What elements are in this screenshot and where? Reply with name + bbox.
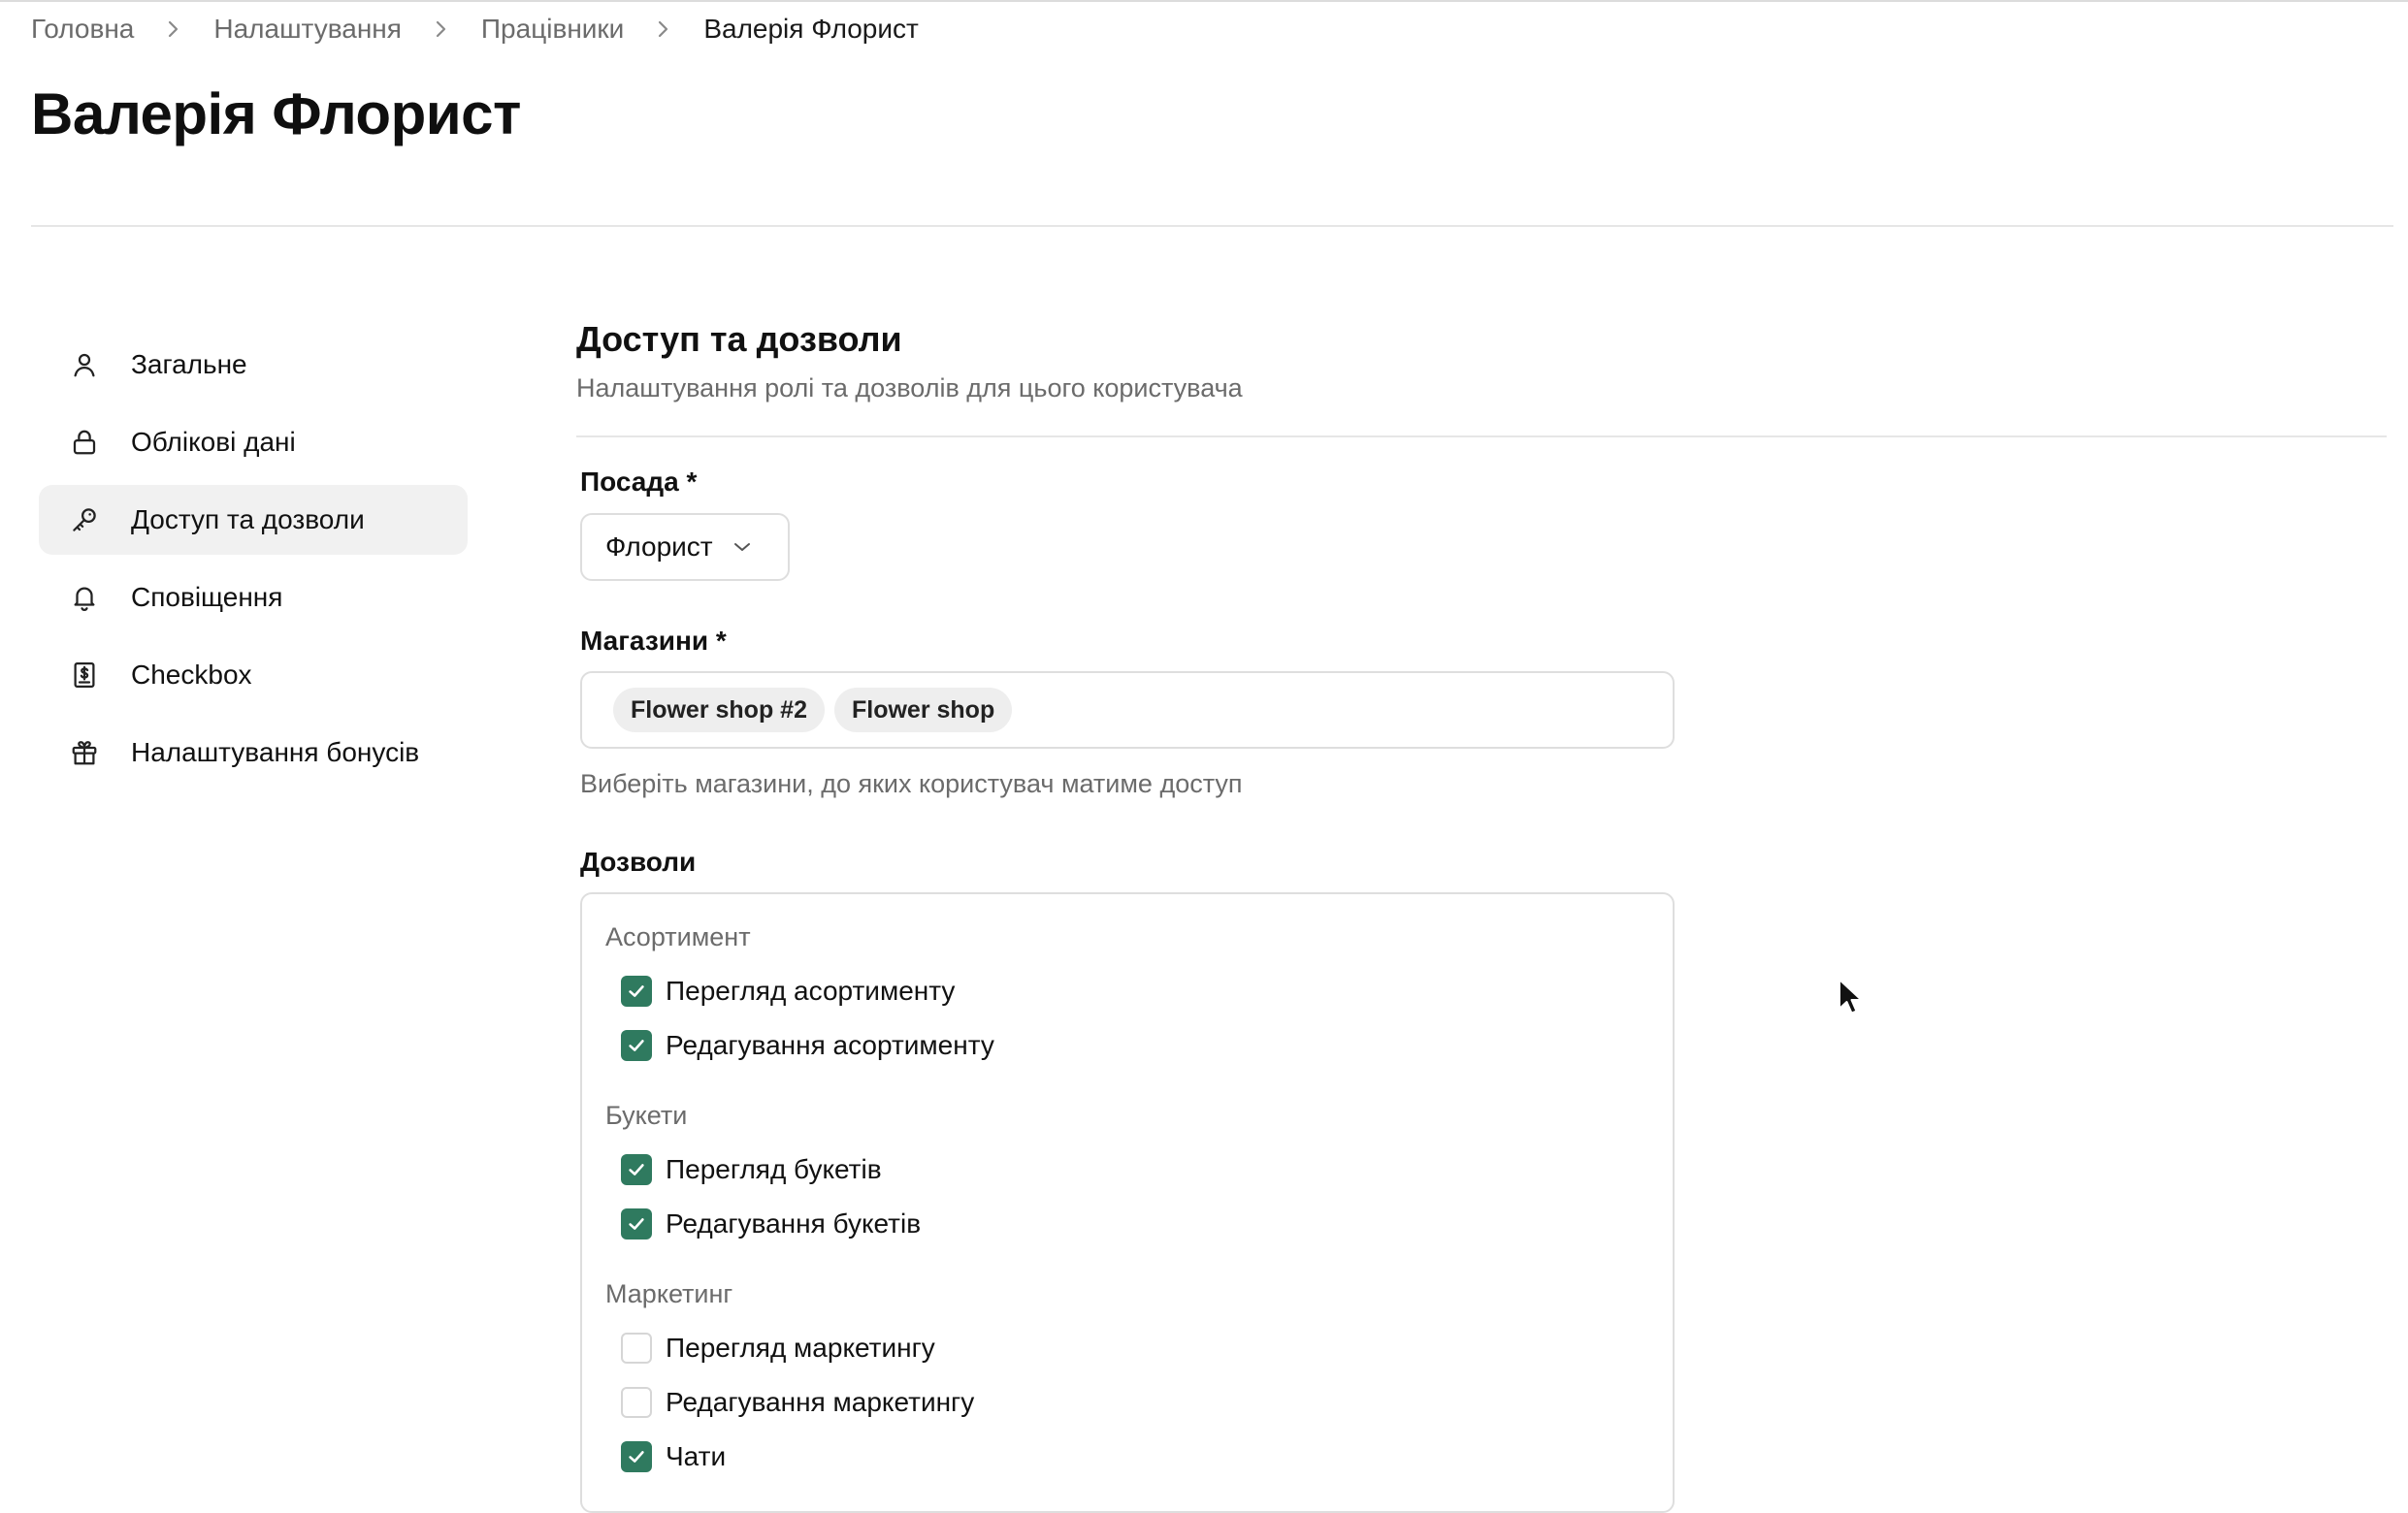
header-divider <box>31 225 2393 227</box>
section-subtitle: Налаштування ролі та дозволів для цього … <box>576 373 1243 402</box>
store-tag[interactable]: Flower shop <box>833 688 1013 732</box>
permission-group-title: Маркетинг <box>605 1279 733 1308</box>
sidebar-item-label: Налаштування бонусів <box>131 737 420 767</box>
permission-view-assortment[interactable]: Перегляд асортименту <box>621 972 955 1011</box>
breadcrumb-home[interactable]: Головна <box>31 14 134 45</box>
stores-multiselect[interactable]: Flower shop #2 Flower shop <box>580 671 1675 749</box>
breadcrumb: Головна Налаштування Працівники Валерія … <box>31 10 919 48</box>
checkbox[interactable] <box>621 1441 652 1472</box>
permission-group-title: Букети <box>605 1101 688 1130</box>
chevron-right-icon <box>167 19 180 39</box>
checkbox[interactable] <box>621 1387 652 1418</box>
sidebar-item-checkbox[interactable]: Checkbox <box>39 640 468 710</box>
permission-chats[interactable]: Чати <box>621 1437 726 1476</box>
permission-label: Чати <box>666 1441 727 1471</box>
top-border <box>0 0 2408 2</box>
sidebar-item-credentials[interactable]: Облікові дані <box>39 407 468 477</box>
permissions-label: Дозволи <box>580 847 697 877</box>
breadcrumb-settings[interactable]: Налаштування <box>213 14 402 45</box>
breadcrumb-employees[interactable]: Працівники <box>481 14 624 45</box>
permission-label: Редагування букетів <box>666 1208 922 1239</box>
sidebar-item-label: Доступ та дозволи <box>131 504 365 534</box>
chevron-right-icon <box>657 19 670 39</box>
permission-label: Перегляд асортименту <box>666 976 956 1006</box>
chevron-right-icon <box>435 19 448 39</box>
settings-sidebar: Загальне Облікові дані Доступ та дозволи… <box>39 330 468 795</box>
chevron-down-icon <box>732 540 752 554</box>
receipt-icon <box>68 659 101 692</box>
gift-icon <box>68 736 101 769</box>
section-divider <box>576 435 2387 437</box>
bell-icon <box>68 581 101 614</box>
sidebar-item-label: Сповіщення <box>131 582 283 612</box>
permission-label: Редагування асортименту <box>666 1030 994 1060</box>
checkbox[interactable] <box>621 976 652 1007</box>
page-title: Валерія Флорист <box>31 81 521 146</box>
permission-edit-bouquets[interactable]: Редагування букетів <box>621 1205 921 1243</box>
sidebar-item-label: Облікові дані <box>131 427 296 457</box>
sidebar-item-general[interactable]: Загальне <box>39 330 468 400</box>
permission-label: Перегляд букетів <box>666 1154 882 1184</box>
mouse-cursor-icon <box>1838 978 1865 1023</box>
lock-icon <box>68 426 101 459</box>
permission-label: Редагування маркетингу <box>666 1387 975 1417</box>
checkbox[interactable] <box>621 1333 652 1364</box>
permission-view-bouquets[interactable]: Перегляд букетів <box>621 1150 882 1189</box>
permission-label: Перегляд маркетингу <box>666 1333 935 1363</box>
position-value: Флорист <box>605 531 713 562</box>
user-icon <box>68 348 101 381</box>
checkbox[interactable] <box>621 1154 652 1185</box>
permission-group-title: Асортимент <box>605 922 751 951</box>
sidebar-item-access[interactable]: Доступ та дозволи <box>39 485 468 555</box>
checkbox[interactable] <box>621 1208 652 1239</box>
permission-view-marketing[interactable]: Перегляд маркетингу <box>621 1329 935 1368</box>
section-title: Доступ та дозволи <box>576 319 902 359</box>
stores-hint: Виберіть магазини, до яких користувач ма… <box>580 769 1243 798</box>
sidebar-item-label: Checkbox <box>131 660 252 690</box>
stores-label: Магазини * <box>580 626 727 656</box>
position-label: Посада * <box>580 467 698 497</box>
checkbox[interactable] <box>621 1030 652 1061</box>
sidebar-item-label: Загальне <box>131 349 247 379</box>
position-select[interactable]: Флорист <box>580 513 790 581</box>
sidebar-item-notifications[interactable]: Сповіщення <box>39 563 468 632</box>
permission-edit-assortment[interactable]: Редагування асортименту <box>621 1026 994 1065</box>
breadcrumb-current: Валерія Флорист <box>703 14 919 44</box>
key-icon <box>68 503 101 536</box>
sidebar-item-bonus-settings[interactable]: Налаштування бонусів <box>39 718 468 788</box>
permission-edit-marketing[interactable]: Редагування маркетингу <box>621 1383 974 1422</box>
store-tag[interactable]: Flower shop #2 <box>613 688 825 732</box>
